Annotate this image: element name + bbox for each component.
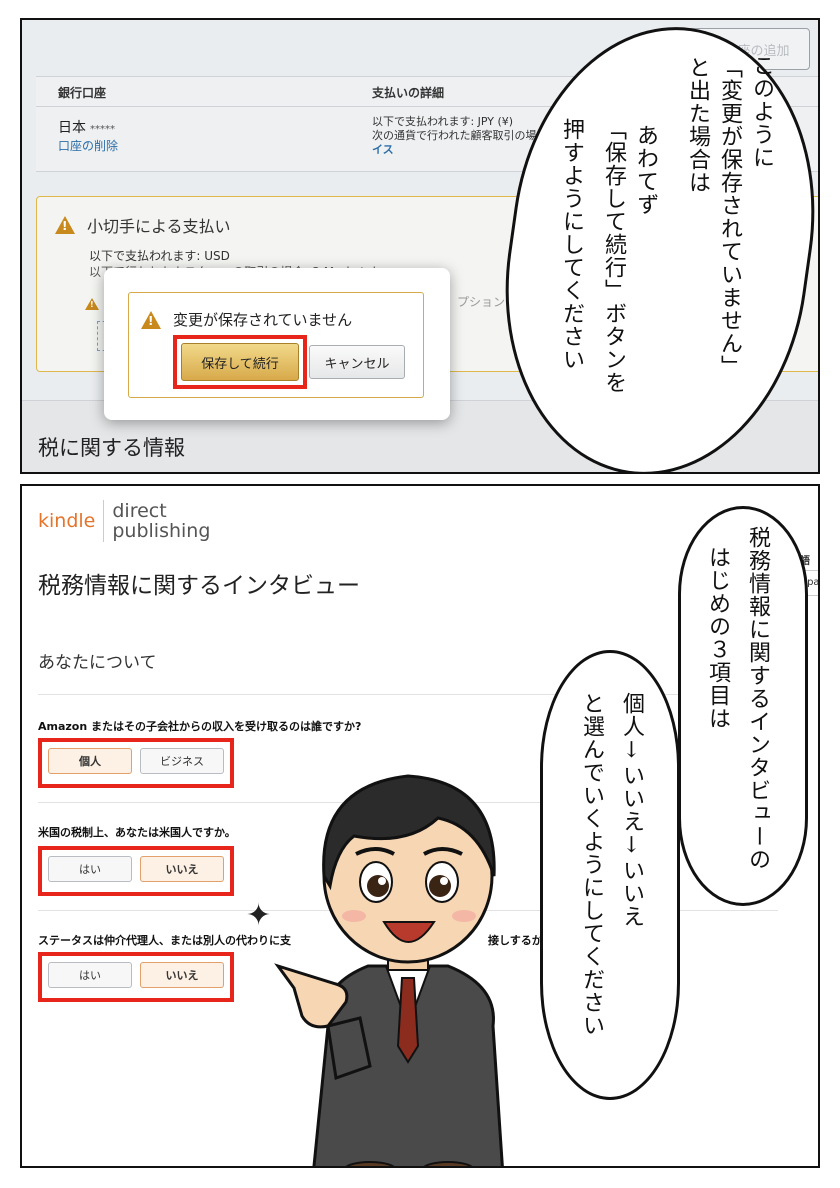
country-name: 日本	[58, 120, 86, 136]
direct-publishing-wordmark: direct publishing	[112, 501, 210, 541]
logo-direct: direct	[112, 500, 167, 522]
bubble-1-col-3: と出た場合は	[685, 56, 710, 194]
question-us-person: 米国の税制上、あなたは米国人ですか。	[38, 826, 236, 839]
option-individual[interactable]: 個人	[48, 748, 132, 774]
option-yes[interactable]: はい	[48, 962, 132, 988]
divider	[38, 694, 778, 695]
warning-icon	[141, 310, 161, 329]
kdp-logo: kindle direct publishing	[38, 500, 210, 542]
bubble-1-col-2: 「変更が保存されていません」	[717, 56, 742, 378]
option-business[interactable]: ビジネス	[140, 748, 224, 774]
bank-country: 日本 *****	[58, 117, 115, 137]
sparkle-icon: ✦	[246, 898, 272, 933]
speech-bubble-2	[678, 506, 808, 906]
question-intermediary: ステータスは仲介代理人、または別人の代わりに支	[38, 934, 291, 947]
bubble-1-col-5: 「保存して続行」ボタンを	[601, 118, 626, 394]
page-title: 税務情報に関するインタビュー	[38, 573, 360, 599]
check-payment-title-text: 小切手による支払い	[87, 217, 231, 236]
small-warning	[85, 293, 99, 312]
masked-account: *****	[90, 124, 115, 135]
warning-icon	[55, 216, 75, 234]
check-payment-title: 小切手による支払い	[55, 213, 231, 237]
dialog-body: 変更が保存されていません 保存して続行 キャンセル	[128, 292, 424, 398]
option-no[interactable]: いいえ	[140, 856, 224, 882]
column-header-bank: 銀行口座	[58, 86, 107, 100]
logo-publishing: publishing	[112, 520, 211, 542]
businessman-character	[274, 774, 504, 1166]
bubble-1-col-1: このように	[749, 54, 774, 169]
tax-info-heading: 税に関する情報	[38, 436, 185, 460]
check-payment-currency: 以下で支払われます: USD	[89, 249, 230, 263]
bubble-3-col-1: 個人↓いいえ↓いいえ	[619, 692, 644, 928]
bubble-1-col-4: あわてず	[633, 124, 658, 216]
bubble-2-col-1: 税務情報に関するインタビューの	[745, 526, 770, 871]
kindle-wordmark: kindle	[38, 510, 96, 532]
logo-divider	[103, 500, 105, 542]
column-header-payment: 支払いの詳細	[372, 86, 445, 100]
option-yes[interactable]: はい	[48, 856, 132, 882]
bubble-3-col-2: と選んでいくようにしてください	[579, 692, 604, 1037]
comic-panel-1: 銀行口座の追加 銀行口座 支払いの詳細 日本***** 口座の削除 以下で支払わ…	[20, 18, 820, 474]
bubble-2-col-2: はじめの３項目は	[705, 546, 730, 730]
speech-bubble-3	[540, 650, 680, 1100]
warning-icon	[85, 297, 99, 310]
delete-account-link[interactable]: 口座の削除	[58, 137, 118, 154]
comic-panel-2: kindle direct publishing 税務情報に関するインタビュー …	[20, 484, 820, 1168]
section-title: あなたについて	[38, 653, 157, 673]
bubble-1-col-6: 押すようにしてください	[559, 118, 584, 371]
dialog-message: 変更が保存されていません	[141, 309, 352, 330]
save-and-continue-button[interactable]: 保存して続行	[181, 343, 299, 381]
dialog-message-text: 変更が保存されていません	[173, 311, 353, 329]
unsaved-changes-dialog: 変更が保存されていません 保存して続行 キャンセル	[104, 268, 450, 420]
cancel-button[interactable]: キャンセル	[309, 345, 405, 379]
option-no[interactable]: いいえ	[140, 962, 224, 988]
